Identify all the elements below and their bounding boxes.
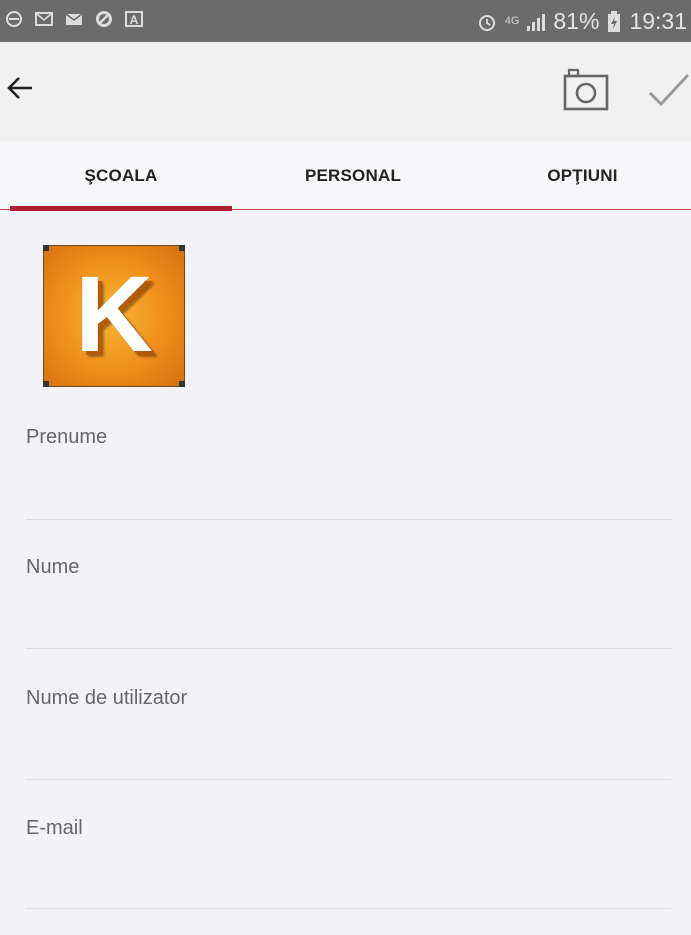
last-name-field: Nume: [26, 556, 671, 652]
notification-icons: A: [4, 9, 144, 29]
profile-form: K Prenume Nume Nume de utilizator E-mail: [0, 211, 691, 935]
first-name-input[interactable]: [28, 464, 671, 514]
camera-button[interactable]: [560, 67, 612, 115]
email-label: E-mail: [26, 817, 83, 839]
email-field: E-mail: [26, 817, 671, 913]
arrow-left-icon: [6, 74, 34, 107]
save-button[interactable]: [646, 69, 691, 113]
last-name-label: Nume: [26, 556, 80, 578]
network-type: 4G: [504, 15, 520, 27]
first-name-label: Prenume: [26, 426, 108, 448]
logo-letter: K: [75, 253, 153, 374]
toolbar: [0, 42, 691, 142]
tab-scoala[interactable]: ŞCOALA: [10, 142, 232, 210]
field-underline: [26, 908, 671, 909]
crop-handle: [179, 381, 185, 387]
blocked-icon: [94, 9, 114, 29]
username-label: Nume de utilizator: [26, 687, 188, 709]
back-button[interactable]: [0, 70, 60, 110]
alarm-icon: [477, 12, 497, 32]
username-field: Nume de utilizator: [26, 687, 671, 783]
username-input[interactable]: [28, 725, 671, 775]
last-name-input[interactable]: [28, 594, 671, 644]
svg-text:A: A: [130, 13, 139, 27]
battery-icon: [607, 10, 621, 33]
first-name-field: Prenume: [26, 426, 671, 522]
email-input[interactable]: [28, 855, 671, 905]
tab-optiuni[interactable]: OPŢIUNI: [474, 142, 691, 210]
app-a-icon: A: [124, 9, 144, 29]
screen: A 4G 81% 19:31 ŞCOALA PERSONAL OPŢIUNI K…: [0, 0, 691, 935]
clock: 19:31: [629, 8, 687, 34]
field-underline: [26, 519, 671, 520]
signal-icon: [527, 12, 546, 32]
status-bar: A 4G 81% 19:31: [0, 0, 691, 42]
camera-icon: [560, 68, 612, 119]
check-icon: [646, 73, 691, 117]
crop-handle: [179, 245, 185, 251]
school-logo[interactable]: K: [43, 245, 185, 387]
battery-level: 81%: [553, 8, 600, 34]
tab-personal[interactable]: PERSONAL: [240, 142, 466, 210]
mail-icon: [64, 9, 84, 29]
field-underline: [26, 779, 671, 780]
crop-handle: [43, 381, 49, 387]
system-indicators: 4G 81% 19:31: [477, 8, 687, 35]
field-underline: [26, 648, 671, 649]
sync-icon: [4, 9, 24, 29]
crop-handle: [43, 245, 49, 251]
tab-bar: ŞCOALA PERSONAL OPŢIUNI: [0, 142, 691, 211]
message-icon: [34, 9, 54, 29]
